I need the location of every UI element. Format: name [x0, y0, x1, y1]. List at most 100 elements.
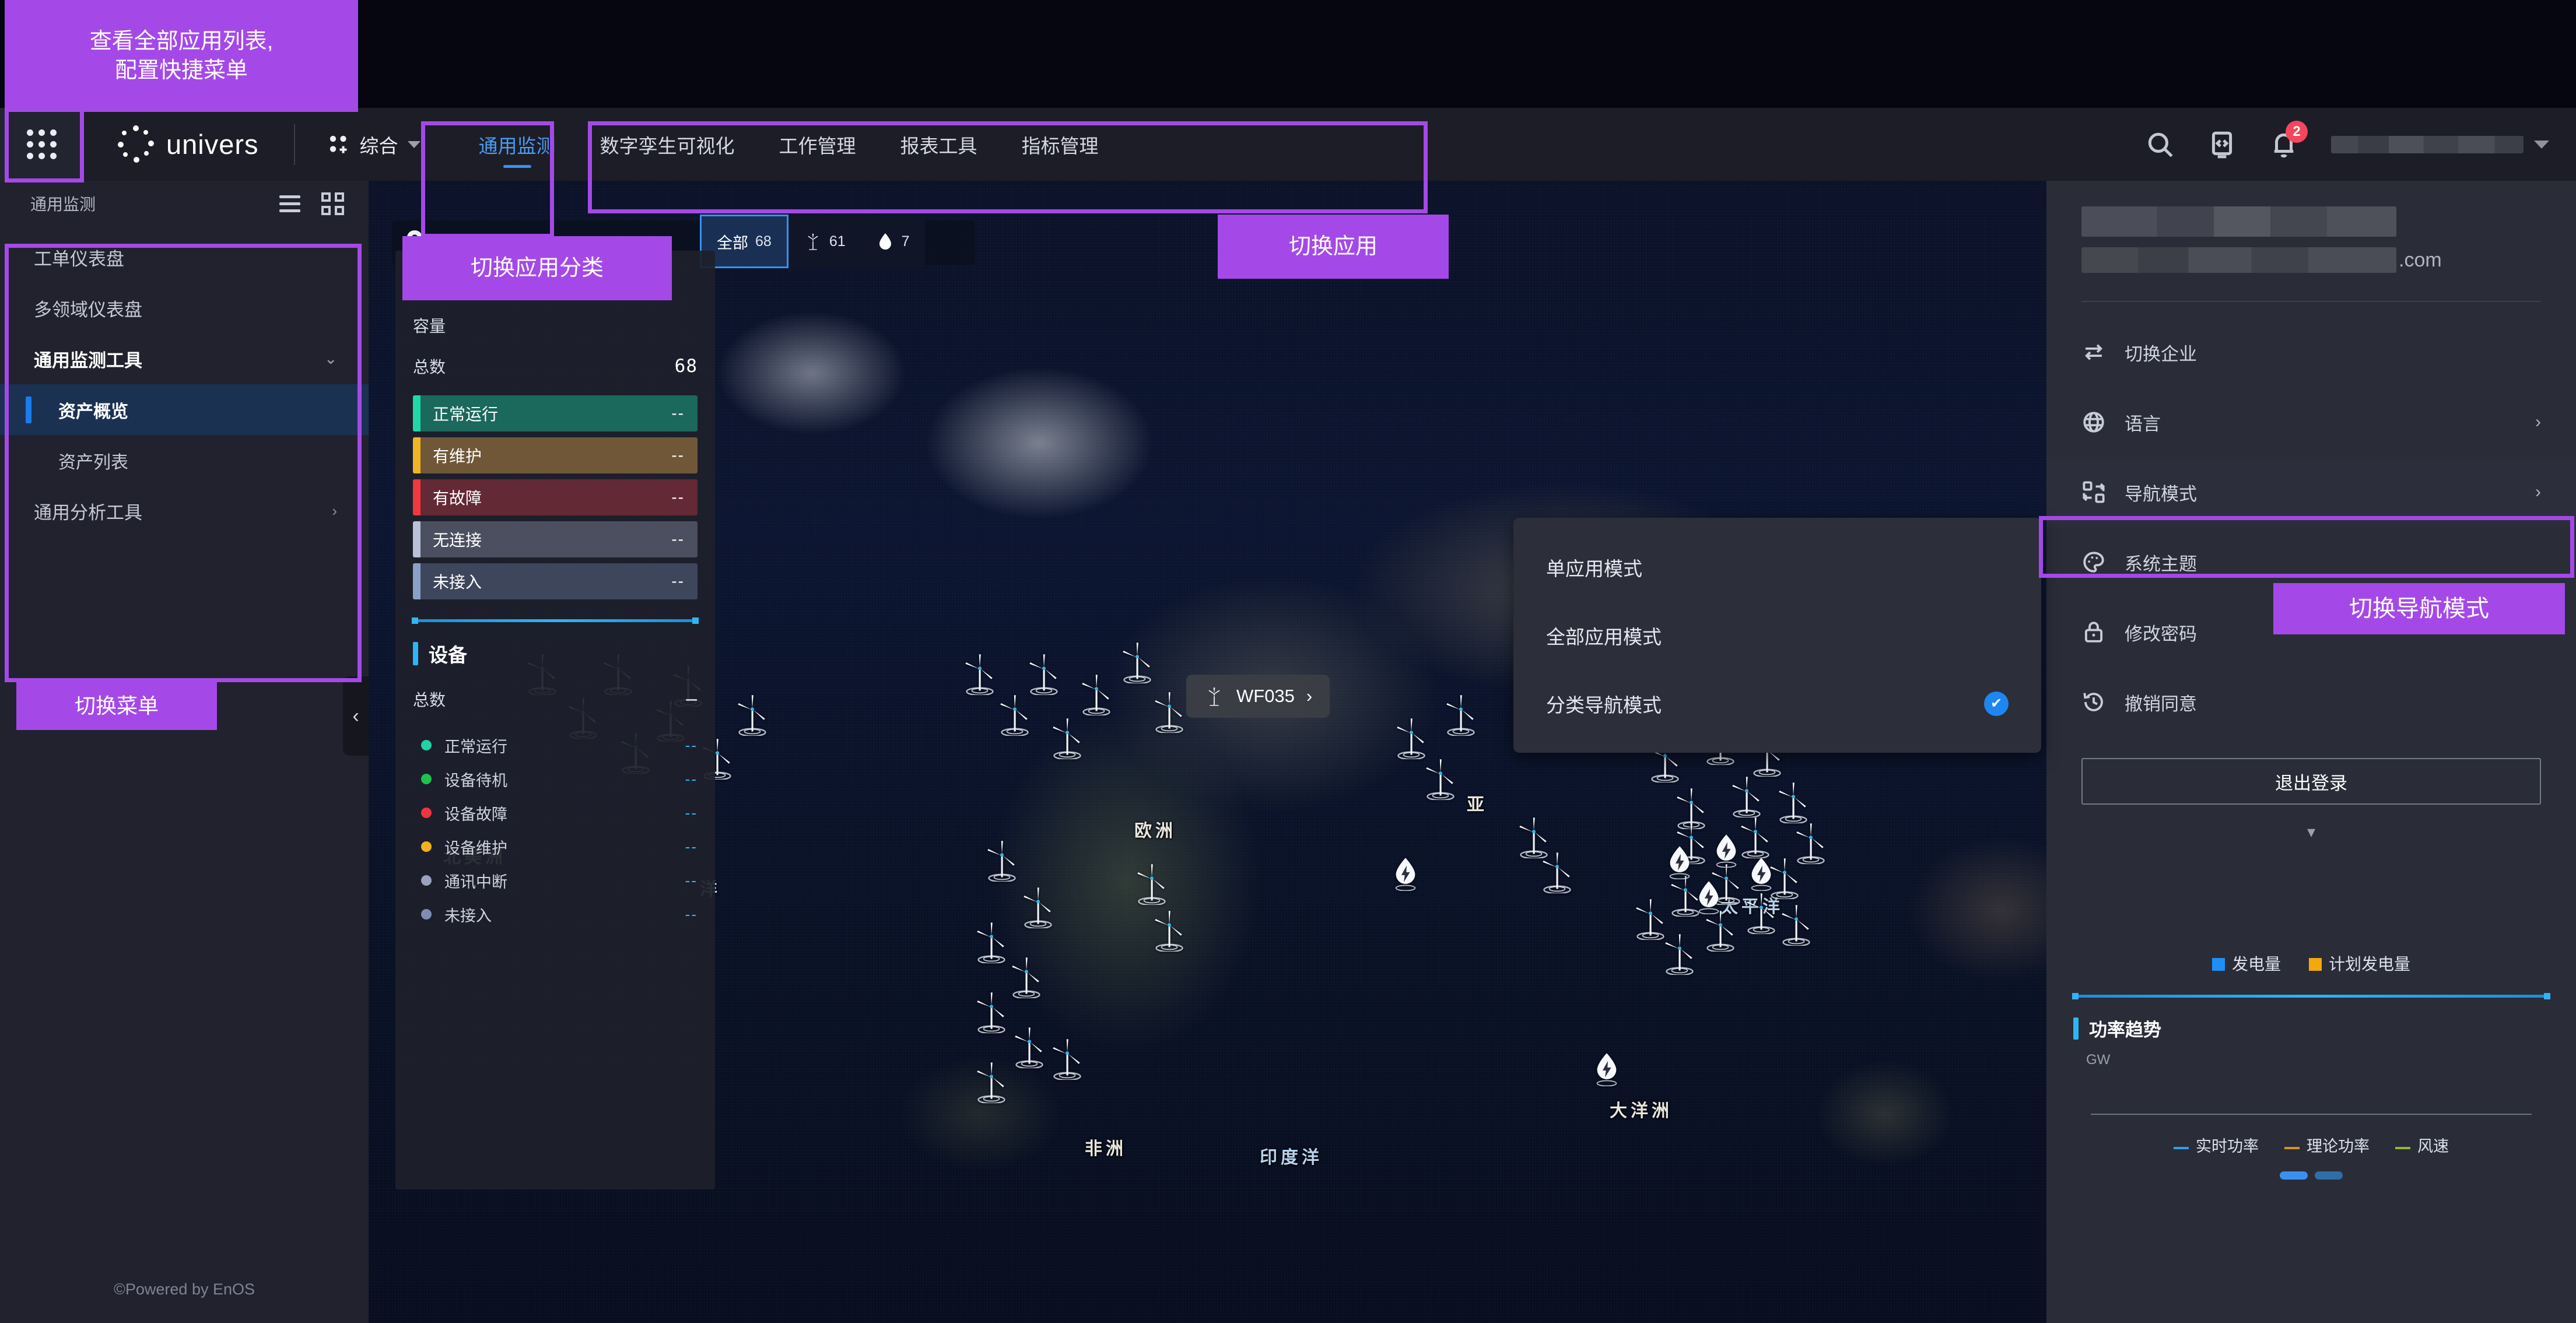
map-turbine-marker[interactable]	[1423, 758, 1458, 800]
map-energy-marker[interactable]	[1713, 834, 1739, 868]
power-legend-item-2[interactable]: 理论功率	[2284, 1134, 2370, 1156]
station-status-bar-2[interactable]: 有维护--	[413, 437, 698, 473]
power-legend-item-3[interactable]: 风速	[2395, 1134, 2449, 1156]
map-turbine-marker[interactable]	[1012, 1026, 1047, 1068]
device-status-row-6[interactable]: 未接入--	[413, 897, 698, 931]
map-turbine-marker[interactable]	[1021, 886, 1056, 928]
app-category-selector[interactable]: 综合	[327, 131, 420, 159]
apps-grid-button[interactable]	[0, 108, 83, 181]
sidebar-collapse-button[interactable]: ‹	[343, 676, 369, 756]
map-turbine-marker[interactable]	[1779, 904, 1814, 946]
user-menu-item-1[interactable]: 切换企业	[2046, 317, 2576, 387]
map-turbine-marker[interactable]	[974, 921, 1009, 963]
map-energy-marker[interactable]	[1748, 857, 1774, 891]
station-status-bar-3[interactable]: 有故障--	[413, 479, 698, 515]
chip-energy[interactable]: 7	[861, 215, 925, 268]
device-status-row-4[interactable]: 设备维护--	[413, 830, 698, 864]
nav-mode-icon	[2081, 480, 2106, 504]
sidebar-item-4[interactable]: 资产概览	[0, 384, 369, 435]
station-status-bars[interactable]: 正常运行-- 有维护-- 有故障-- 无连接-- 未接入--	[413, 395, 698, 599]
map-energy-marker[interactable]	[1594, 1052, 1620, 1086]
sidebar-menu[interactable]: 工单仪表盘多领域仪表盘通用监测工具⌄资产概览资产列表通用分析工具›	[0, 226, 369, 536]
app-tab-5[interactable]: 指标管理	[1000, 108, 1121, 181]
map-turbine-marker[interactable]	[997, 694, 1032, 736]
nav-mode-option-3[interactable]: 分类导航模式✔	[1513, 669, 2041, 738]
sidebar-item-5[interactable]: 资产列表	[0, 435, 369, 486]
map-turbine-marker[interactable]	[1443, 694, 1478, 736]
code-monitor-icon[interactable]	[2207, 130, 2237, 159]
device-status-row-3[interactable]: 设备故障--	[413, 796, 698, 830]
power-legend-item-1[interactable]: 实时功率	[2174, 1134, 2259, 1156]
map-turbine-marker[interactable]	[1540, 851, 1575, 893]
station-status-label: 未接入	[433, 570, 482, 593]
map-turbine-marker[interactable]	[1050, 1038, 1085, 1080]
list-view-icon[interactable]	[279, 195, 300, 212]
map-turbine-marker[interactable]	[735, 694, 770, 736]
panel-pager[interactable]	[2073, 1171, 2549, 1180]
map-energy-marker[interactable]	[1393, 857, 1418, 891]
bell-icon[interactable]: 2	[2269, 130, 2298, 159]
app-tab-4[interactable]: 报表工具	[878, 108, 1000, 181]
grid-view-icon[interactable]	[321, 192, 344, 215]
search-icon[interactable]	[2146, 130, 2175, 159]
station-tooltip-wf035[interactable]: WF035 ›	[1186, 675, 1330, 718]
device-status-row-1[interactable]: 正常运行--	[413, 728, 698, 762]
chip-wind[interactable]: 61	[788, 215, 861, 268]
map-turbine-marker[interactable]	[1776, 781, 1811, 823]
app-tab-1[interactable]: 通用监测	[457, 108, 578, 181]
user-menu-button[interactable]	[2331, 136, 2549, 153]
user-menu-list[interactable]: 切换企业语言›导航模式›系统主题修改密码撤销同意	[2046, 317, 2576, 737]
power-legend[interactable]: 实时功率 理论功率 风速	[2073, 1134, 2549, 1156]
device-status-row-5[interactable]: 通讯中断--	[413, 864, 698, 897]
username-redacted	[2331, 136, 2524, 153]
sidebar-item-6[interactable]: 通用分析工具›	[0, 486, 369, 536]
map-turbine-marker[interactable]	[1703, 910, 1738, 952]
nav-mode-option-1[interactable]: 单应用模式	[1513, 533, 2041, 601]
map-turbine-marker[interactable]	[1009, 956, 1044, 998]
navigation-mode-menu[interactable]: 单应用模式全部应用模式分类导航模式✔	[1513, 518, 2041, 753]
map-energy-marker[interactable]	[1667, 845, 1692, 879]
map-energy-marker[interactable]	[1696, 880, 1722, 914]
map-turbine-marker[interactable]	[1120, 641, 1155, 683]
station-status-bar-5[interactable]: 未接入--	[413, 563, 698, 599]
wind-turbine-icon	[804, 232, 822, 251]
nav-mode-option-2[interactable]: 全部应用模式	[1513, 601, 2041, 669]
brand-logo[interactable]: univers	[83, 127, 259, 163]
device-status-list[interactable]: 正常运行--设备待机--设备故障--设备维护--通讯中断--未接入--	[413, 728, 698, 931]
history-icon	[2081, 690, 2106, 714]
sidebar-item-1[interactable]: 工单仪表盘	[0, 232, 369, 283]
map-turbine-marker[interactable]	[974, 1061, 1009, 1103]
map-turbine-marker[interactable]	[1026, 653, 1061, 695]
map-turbine-marker[interactable]	[1793, 822, 1828, 864]
user-menu-item-2[interactable]: 语言›	[2046, 387, 2576, 457]
user-menu-item-3[interactable]: 导航模式›	[2046, 457, 2576, 527]
map-turbine-marker[interactable]	[1079, 673, 1114, 715]
map-turbine-marker[interactable]	[984, 840, 1019, 882]
station-status-bar-1[interactable]: 正常运行--	[413, 395, 698, 431]
device-status-label: 通讯中断	[444, 869, 507, 892]
app-tab-3[interactable]: 工作管理	[757, 108, 878, 181]
map-turbine-marker[interactable]	[1152, 691, 1187, 733]
map-turbine-marker[interactable]	[1134, 863, 1169, 905]
sidebar-item-3[interactable]: 通用监测工具⌄	[0, 334, 369, 384]
map-turbine-marker[interactable]	[1738, 816, 1773, 858]
logout-button[interactable]: 退出登录	[2081, 758, 2541, 805]
map-turbine-marker[interactable]	[1729, 775, 1764, 817]
sidebar-item-2[interactable]: 多领域仪表盘	[0, 283, 369, 334]
palette-icon	[2081, 550, 2106, 574]
map-turbine-marker[interactable]	[1744, 892, 1779, 934]
station-status-bar-4[interactable]: 无连接--	[413, 521, 698, 557]
map-turbine-marker[interactable]	[1394, 717, 1429, 759]
device-status-row-2[interactable]: 设备待机--	[413, 762, 698, 796]
map-turbine-marker[interactable]	[1152, 910, 1187, 952]
user-menu-item-6[interactable]: 撤销同意	[2046, 667, 2576, 737]
map-turbine-marker[interactable]	[974, 991, 1009, 1033]
map-turbine-marker[interactable]	[1050, 717, 1085, 759]
map-turbine-marker[interactable]	[962, 653, 997, 695]
map-turbine-marker[interactable]	[1662, 933, 1697, 975]
app-tab-bar[interactable]: 通用监测数字孪生可视化工作管理报表工具指标管理	[457, 108, 1121, 181]
map-type-filter[interactable]: 全部 68 61 7	[700, 215, 925, 268]
annotation-switch-menu: 切换菜单	[16, 682, 217, 730]
panel-expand-icon[interactable]: ▾	[2046, 822, 2576, 841]
app-tab-2[interactable]: 数字孪生可视化	[578, 108, 757, 181]
